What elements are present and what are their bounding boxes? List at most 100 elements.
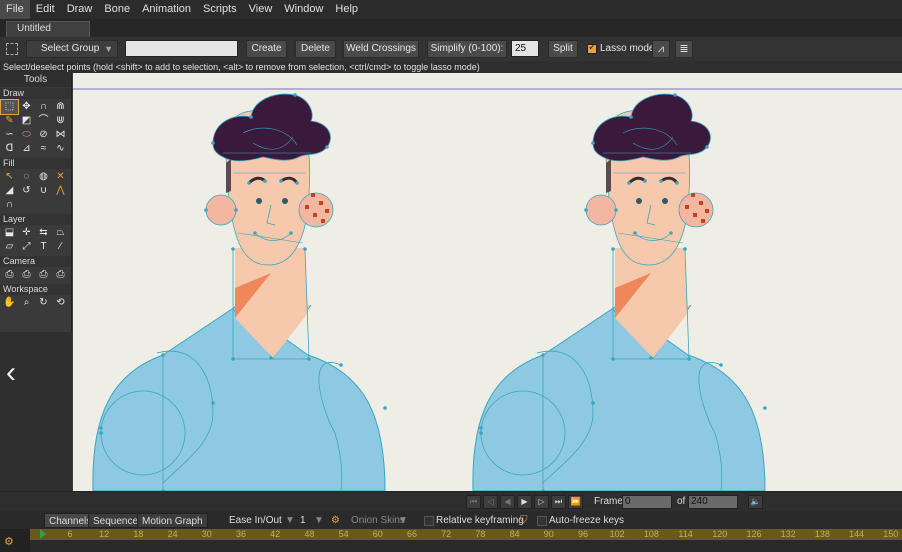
ruler-tick-label: 96: [577, 529, 589, 539]
create-shape-tool-icon[interactable]: ◌: [18, 170, 35, 184]
weld-crossings-button[interactable]: Weld Crossings: [343, 40, 419, 58]
curvature-tool-icon[interactable]: ⋒: [52, 100, 69, 114]
menu-draw[interactable]: Draw: [61, 0, 99, 19]
audio-icon[interactable]: 🔈: [748, 495, 763, 509]
rotate-layer-tool-icon[interactable]: ⇆: [35, 226, 52, 240]
play-icon[interactable]: ▶: [517, 495, 532, 509]
step-back-icon[interactable]: ◁: [483, 495, 498, 509]
translate-layer-tool-icon[interactable]: ✛: [18, 226, 35, 240]
flip-vertical-icon[interactable]: ≣: [675, 40, 693, 58]
rewind-icon[interactable]: ⏮: [466, 495, 481, 509]
split-button[interactable]: Split: [548, 40, 578, 58]
camera-track-tool-icon[interactable]: ⎙: [1, 268, 18, 282]
step-forward-icon[interactable]: ▷: [534, 495, 549, 509]
select-group-dropdown[interactable]: Select Group ▼: [26, 40, 118, 58]
set-origin-tool-icon[interactable]: ⬓: [1, 226, 18, 240]
noise-tool-icon[interactable]: ∿: [52, 142, 69, 156]
settings-icon[interactable]: ⚙: [4, 535, 14, 548]
select-shape-tool-icon[interactable]: ↖: [1, 170, 18, 184]
delete-shape-tool-icon[interactable]: ✕: [52, 170, 69, 184]
switch-layer-tool-icon[interactable]: ⤢: [18, 240, 35, 254]
camera-zoom-tool-icon[interactable]: ⎙: [18, 268, 35, 282]
chevron-down-icon[interactable]: ▼: [314, 513, 324, 528]
paint-bucket-tool-icon[interactable]: ◍: [35, 170, 52, 184]
hand-tool-icon[interactable]: ✋: [1, 296, 18, 310]
shear-layer-tool-icon[interactable]: ▱: [1, 240, 18, 254]
menu-scripts[interactable]: Scripts: [197, 0, 243, 19]
curve-profile-tool-icon[interactable]: ⋀: [52, 184, 69, 198]
scatter-brush-tool-icon[interactable]: ⋈: [52, 128, 69, 142]
playhead-icon[interactable]: [40, 529, 46, 539]
next-keyframe-icon[interactable]: ⏭: [551, 495, 566, 509]
ruler-tick-label: 84: [509, 529, 520, 539]
transform-points-tool-icon[interactable]: ✥: [18, 100, 35, 114]
bend-tool-icon[interactable]: ≈: [35, 142, 52, 156]
interpolation-dropdown[interactable]: Ease In/Out: [229, 513, 282, 528]
total-frames-input[interactable]: 240: [688, 495, 738, 509]
frame-input[interactable]: 0: [622, 495, 672, 509]
text-tool-icon[interactable]: T: [35, 240, 52, 254]
chevron-left-icon[interactable]: ‹: [6, 358, 16, 388]
onion-skin-icon[interactable]: ⚙: [331, 513, 340, 528]
lasso-mode-checkbox[interactable]: [587, 42, 597, 54]
relative-keyframing-checkbox[interactable]: [424, 516, 434, 526]
ruler-tick-label: 54: [338, 529, 349, 539]
shield-icon[interactable]: ⛉: [520, 513, 528, 528]
stroke-exposure-tool-icon[interactable]: ∪: [35, 184, 52, 198]
simplify-value-field[interactable]: 25: [511, 40, 539, 57]
delete-button[interactable]: Delete: [295, 40, 336, 58]
freehand-tool-icon[interactable]: ✎: [1, 114, 18, 128]
auto-freeze-checkbox[interactable]: [537, 516, 547, 526]
character-right[interactable]: [471, 91, 769, 491]
delete-edge-tool-icon[interactable]: ᗡ: [1, 142, 18, 156]
play-back-icon[interactable]: ◀: [500, 495, 515, 509]
group-name-field[interactable]: [125, 40, 238, 57]
arc-tool-icon[interactable]: ⌒: [35, 114, 52, 128]
select-points-icon[interactable]: [6, 43, 18, 55]
flip-horizontal-icon[interactable]: ⩘: [652, 40, 670, 58]
menu-file[interactable]: File: [0, 0, 30, 19]
ruler-track[interactable]: 6 12 18 24 30 36 42 48 54 60 66 72 78 84 90 96 102 108 114…: [30, 529, 902, 540]
simplify-button[interactable]: Simplify (0-100):: [427, 40, 507, 58]
menu-view[interactable]: View: [243, 0, 279, 19]
point-reduction-tool-icon[interactable]: ⊘: [35, 128, 52, 142]
add-point-tool-icon[interactable]: ∩: [35, 100, 52, 114]
line-width-tool-icon[interactable]: ◢: [1, 184, 18, 198]
camera-roll-tool-icon[interactable]: ⎙: [35, 268, 52, 282]
shape-tool-icon[interactable]: ◩: [18, 114, 35, 128]
onion-skins-toggle[interactable]: Onion Skins: [351, 513, 405, 528]
document-tabs: Untitled 2.moho✐: [0, 19, 902, 48]
chevron-down-icon[interactable]: ▼: [285, 513, 295, 528]
menu-help[interactable]: Help: [329, 0, 364, 19]
timeline-ruler[interactable]: ⚙ 6 12 18 24 30 36 42 48 54 60 66 72 78 84 90 96 102 108 1…: [0, 529, 902, 552]
magnet-tool-icon[interactable]: ⋓: [52, 114, 69, 128]
tab-motion-graph[interactable]: Motion Graph: [137, 513, 208, 528]
eyedropper-tool-icon[interactable]: ⁄: [52, 240, 69, 254]
create-button[interactable]: Create: [246, 40, 287, 58]
menu-window[interactable]: Window: [278, 0, 329, 19]
hide-edge-tool-icon[interactable]: ↺: [18, 184, 35, 198]
scale-layer-tool-icon[interactable]: ⏢: [52, 226, 69, 240]
document-tab[interactable]: Untitled 2.moho✐: [6, 21, 90, 48]
orbit-workspace-tool-icon[interactable]: ⟲: [52, 296, 69, 310]
canvas[interactable]: [73, 73, 902, 491]
go-to-end-icon[interactable]: ⏩: [568, 495, 583, 509]
select-points-tool-icon[interactable]: ⬚: [0, 99, 19, 115]
rotate-workspace-tool-icon[interactable]: ↻: [35, 296, 52, 310]
blob-brush-tool-icon[interactable]: ∽: [1, 128, 18, 142]
menu-animation[interactable]: Animation: [136, 0, 197, 19]
stroke-tool-icon[interactable]: ∩: [1, 198, 18, 212]
ruler-tick-label: 108: [643, 529, 659, 539]
perspective-tool-icon[interactable]: ⊿: [18, 142, 35, 156]
character-left[interactable]: [91, 91, 389, 491]
camera-pan-tilt-tool-icon[interactable]: ⎙: [52, 268, 69, 282]
menu-edit[interactable]: Edit: [30, 0, 61, 19]
eraser-tool-icon[interactable]: ⬭: [18, 128, 35, 142]
menu-bar: File Edit Draw Bone Animation Scripts Vi…: [0, 0, 902, 19]
canvas-drawing[interactable]: [73, 73, 902, 491]
zoom-tool-icon[interactable]: ⌕: [18, 296, 35, 310]
chevron-down-icon[interactable]: ▼: [398, 513, 408, 528]
tools-section-draw: Draw: [0, 88, 71, 99]
menu-bone[interactable]: Bone: [98, 0, 136, 19]
interpolation-number[interactable]: 1: [300, 513, 306, 528]
